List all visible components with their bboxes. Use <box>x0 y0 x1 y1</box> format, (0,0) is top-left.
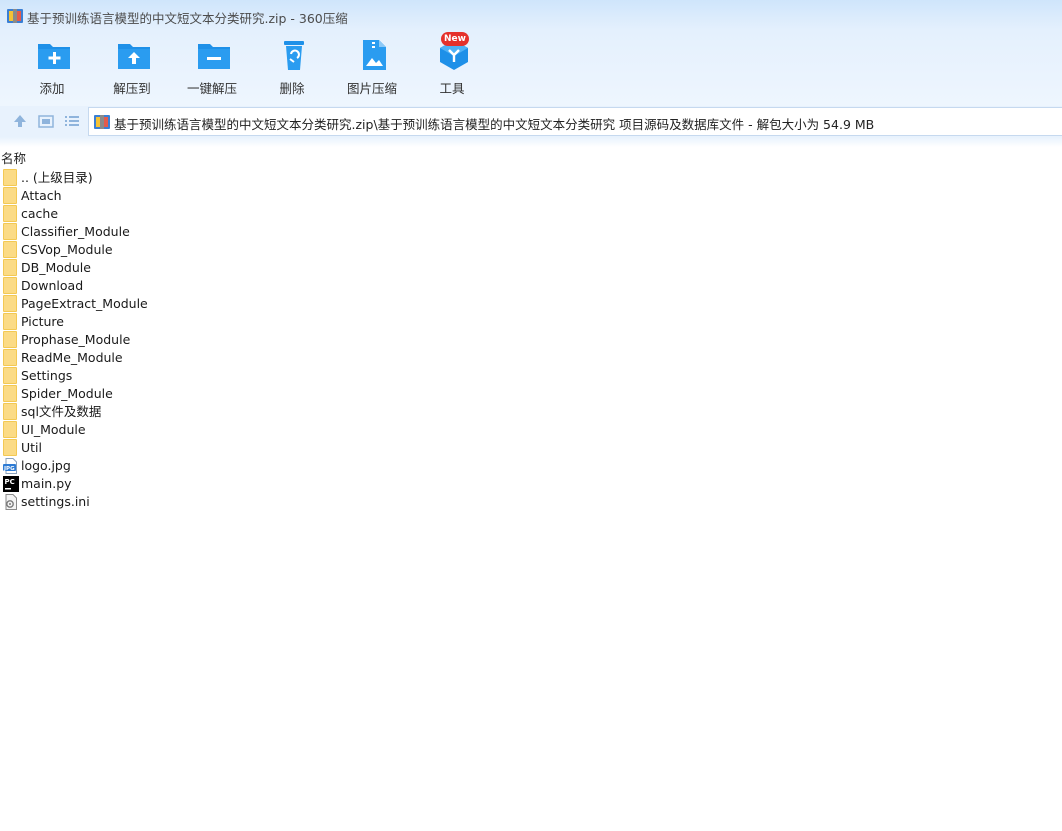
add-button[interactable]: 添加 <box>14 36 94 98</box>
folder-icon <box>3 367 17 384</box>
list-item[interactable]: Prophase_Module <box>0 331 1062 349</box>
app-window: 基于预训练语言模型的中文短文本分类研究.zip - 360压缩 添加 解压到 一… <box>0 0 1062 831</box>
address-bar[interactable]: 基于预训练语言模型的中文短文本分类研究.zip\基于预训练语言模型的中文短文本分… <box>88 107 1062 136</box>
item-name: settings.ini <box>21 494 90 509</box>
item-name: cache <box>21 206 59 221</box>
folder-icon <box>3 331 17 348</box>
item-name: sql文件及数据 <box>21 404 102 419</box>
list-item[interactable]: Picture <box>0 313 1062 331</box>
image-compress-label: 图片压缩 <box>346 81 397 96</box>
item-name: Download <box>21 278 84 293</box>
list-item[interactable]: Util <box>0 439 1062 457</box>
svg-text:PC: PC <box>5 478 15 486</box>
svg-text:JPG: JPG <box>3 466 15 472</box>
folder-icon <box>3 349 17 366</box>
folder-icon <box>3 403 17 420</box>
list-item[interactable]: Spider_Module <box>0 385 1062 403</box>
list-item[interactable]: sql文件及数据 <box>0 403 1062 421</box>
delete-label: 删除 <box>279 81 305 96</box>
extract-to-label: 解压到 <box>113 81 151 96</box>
extract-to-folder-icon <box>118 44 150 69</box>
item-name: Picture <box>21 314 64 329</box>
list-item[interactable]: JPG logo.jpg <box>0 457 1062 475</box>
item-name: Classifier_Module <box>21 224 130 239</box>
list-item[interactable]: settings.ini <box>0 493 1062 511</box>
list-item[interactable]: .. (上级目录) <box>0 169 1062 187</box>
folder-icon <box>3 421 17 438</box>
item-name: CSVop_Module <box>21 242 113 257</box>
title-bar: 基于预训练语言模型的中文短文本分类研究.zip - 360压缩 <box>0 0 1062 32</box>
jpg-file-icon: JPG <box>3 458 17 474</box>
new-badge: New <box>441 32 469 46</box>
archive-icon <box>94 115 110 129</box>
thumbnail-view-icon[interactable] <box>37 113 55 129</box>
one-click-extract-label: 一键解压 <box>186 81 237 96</box>
list-item[interactable]: Classifier_Module <box>0 223 1062 241</box>
folder-icon <box>3 187 17 204</box>
item-name: Prophase_Module <box>21 332 131 347</box>
list-item[interactable]: Download <box>0 277 1062 295</box>
folder-icon <box>3 205 17 222</box>
file-list: .. (上级目录) Attach cache Classifier_Module… <box>0 169 1062 511</box>
address-path: 基于预训练语言模型的中文短文本分类研究.zip\基于预训练语言模型的中文短文本分… <box>114 117 875 132</box>
list-item[interactable]: Attach <box>0 187 1062 205</box>
pycharm-file-icon: PC <box>3 476 19 492</box>
list-item[interactable]: CSVop_Module <box>0 241 1062 259</box>
item-name: ReadMe_Module <box>21 350 123 365</box>
folder-icon <box>3 313 17 330</box>
item-name: logo.jpg <box>21 458 71 473</box>
folder-icon <box>3 385 17 402</box>
column-header-name[interactable]: 名称 <box>1 148 26 167</box>
image-compress-button[interactable]: 图片压缩 <box>334 36 414 98</box>
recycle-bin-icon <box>284 41 304 70</box>
item-name: Attach <box>21 188 62 203</box>
list-item[interactable]: UI_Module <box>0 421 1062 439</box>
folder-icon <box>3 241 17 258</box>
item-name: UI_Module <box>21 422 86 437</box>
up-arrow-icon[interactable] <box>11 113 29 129</box>
settings-file-icon <box>5 494 17 510</box>
folder-icon <box>3 259 17 276</box>
item-name: Spider_Module <box>21 386 113 401</box>
extract-to-button[interactable]: 解压到 <box>94 36 174 98</box>
window-title: 基于预训练语言模型的中文短文本分类研究.zip - 360压缩 <box>27 11 348 26</box>
item-name: Settings <box>21 368 73 383</box>
list-item[interactable]: PC main.py <box>0 475 1062 493</box>
delete-button[interactable]: 删除 <box>254 36 334 98</box>
list-item[interactable]: cache <box>0 205 1062 223</box>
add-label: 添加 <box>39 81 65 96</box>
list-header-band <box>0 137 1062 147</box>
list-item[interactable]: PageExtract_Module <box>0 295 1062 313</box>
folder-icon <box>3 169 17 186</box>
folder-icon <box>3 295 17 312</box>
item-name: DB_Module <box>21 260 91 275</box>
archive-icon <box>7 9 23 23</box>
item-name: .. (上级目录) <box>21 170 93 185</box>
add-folder-icon <box>38 44 70 69</box>
item-name: main.py <box>21 476 72 491</box>
toolbar: 添加 解压到 一键解压 删除 图片压缩 工具 <box>14 36 494 98</box>
tools-label: 工具 <box>439 81 465 96</box>
one-click-extract-icon <box>198 44 230 69</box>
folder-icon <box>3 439 17 456</box>
list-item[interactable]: DB_Module <box>0 259 1062 277</box>
list-item[interactable]: ReadMe_Module <box>0 349 1062 367</box>
one-click-extract-button[interactable]: 一键解压 <box>174 36 254 98</box>
image-compress-icon <box>363 40 386 70</box>
item-name: PageExtract_Module <box>21 296 148 311</box>
item-name: Util <box>21 440 42 455</box>
header-area: 基于预训练语言模型的中文短文本分类研究.zip - 360压缩 添加 解压到 一… <box>0 0 1062 106</box>
list-view-icon[interactable] <box>63 113 81 129</box>
folder-icon <box>3 277 17 294</box>
folder-icon <box>3 223 17 240</box>
list-item[interactable]: Settings <box>0 367 1062 385</box>
